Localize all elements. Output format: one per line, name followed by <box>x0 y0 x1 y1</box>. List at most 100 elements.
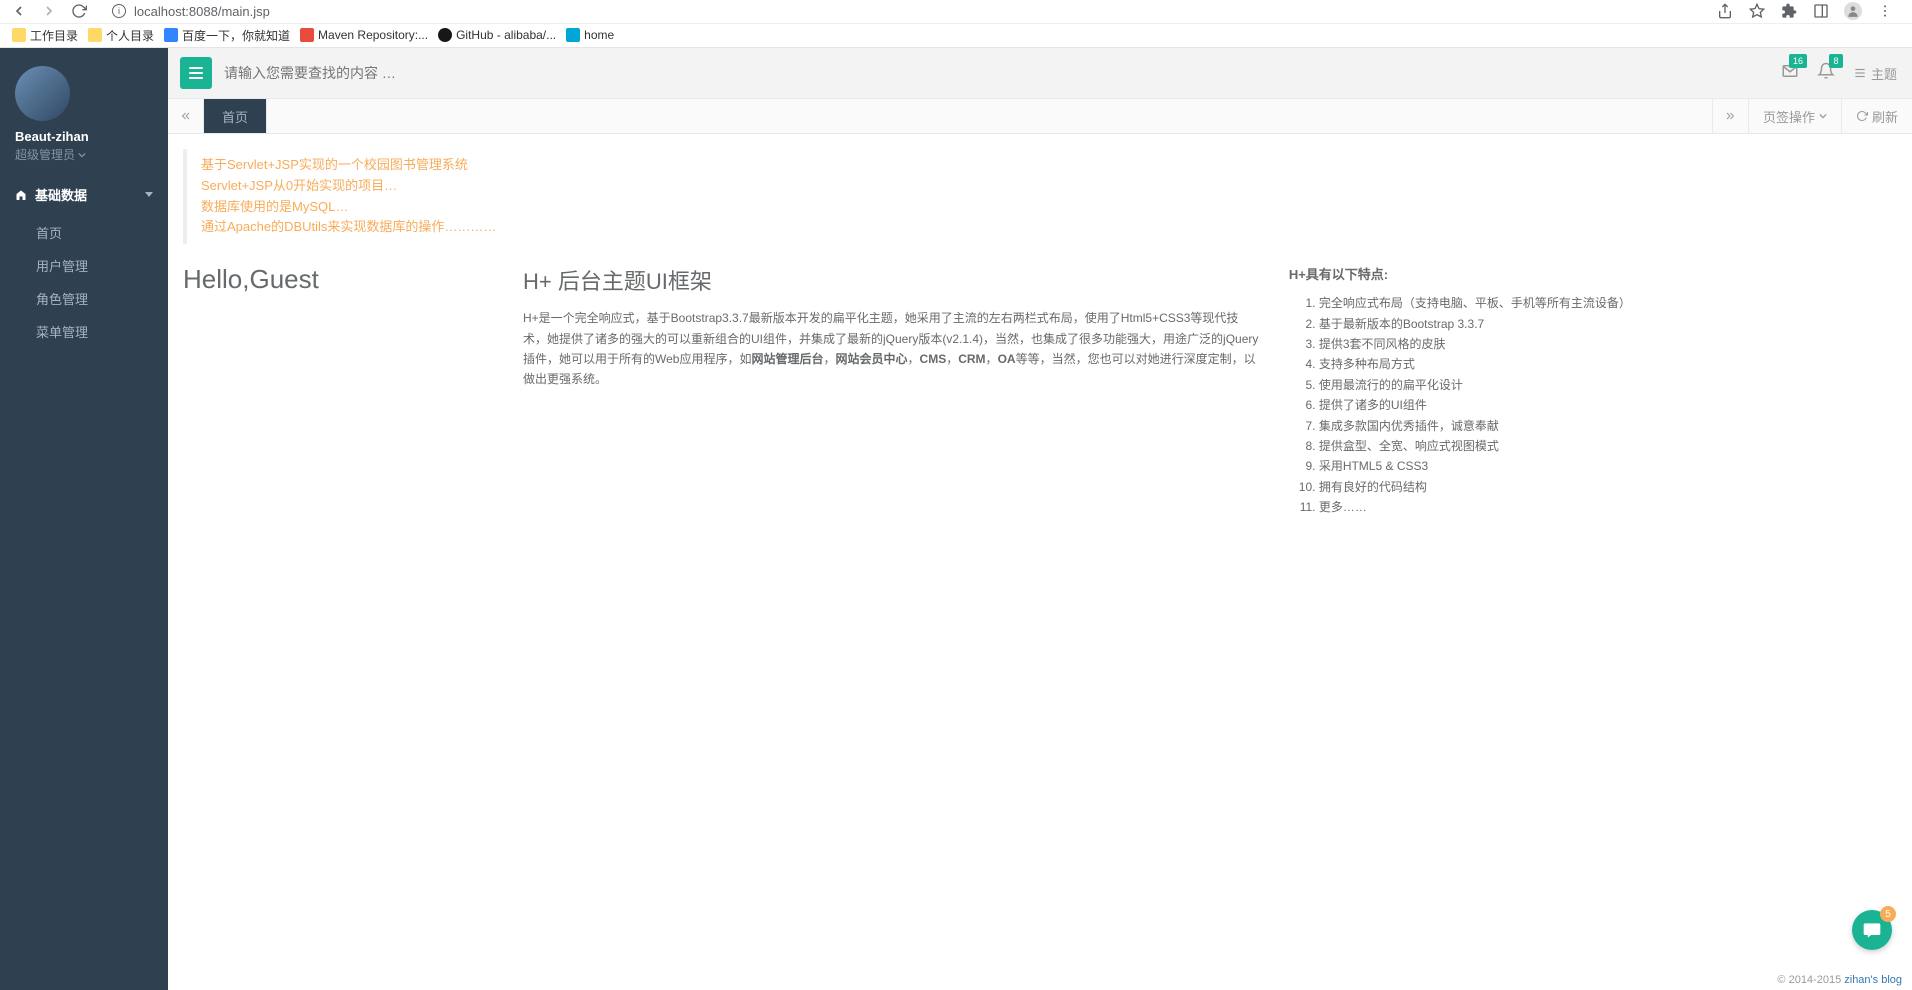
search-container <box>224 65 1769 81</box>
home-icon <box>15 189 27 201</box>
feature-item: 使用最流行的的扁平化设计 <box>1319 375 1902 395</box>
chat-badge: 5 <box>1880 906 1896 922</box>
sidebar-item-users[interactable]: 用户管理 <box>0 249 168 282</box>
features-list: 完全响应式布局（支持电脑、平板、手机等所有主流设备） 基于最新版本的Bootst… <box>1289 293 1902 517</box>
intro-block: 基于Servlet+JSP实现的一个校园图书管理系统 Servlet+JSP从0… <box>183 149 1902 244</box>
feature-item: 提供3套不同风格的皮肤 <box>1319 334 1902 354</box>
share-icon[interactable] <box>1716 2 1734 20</box>
sidebar-item-label: 菜单管理 <box>36 325 88 340</box>
browser-refresh-button[interactable] <box>70 2 88 20</box>
bookmark-label: home <box>584 28 614 42</box>
baidu-icon <box>164 28 178 42</box>
feature-item: 基于最新版本的Bootstrap 3.3.7 <box>1319 314 1902 334</box>
profile-icon[interactable] <box>1844 2 1862 20</box>
browser-forward-button[interactable] <box>40 2 58 20</box>
nav-group-label: 基础数据 <box>35 185 87 204</box>
mail-badge: 16 <box>1789 54 1807 68</box>
star-icon[interactable] <box>1748 2 1766 20</box>
tab-operations-dropdown[interactable]: 页签操作 <box>1748 99 1841 133</box>
tab-home[interactable]: 首页 <box>204 99 267 133</box>
bookmark-home[interactable]: home <box>566 28 614 42</box>
bookmark-work-dir[interactable]: 工作目录 <box>12 27 78 44</box>
refresh-button[interactable]: 刷新 <box>1841 99 1912 133</box>
notifications-button[interactable]: 8 <box>1817 62 1835 85</box>
maven-icon <box>300 28 314 42</box>
sidebar-profile: Beaut-zihan 超级管理员 <box>0 48 168 173</box>
desc-bold: CMS <box>920 352 947 366</box>
intro-line: 通过Apache的DBUtils来实现数据库的操作………… <box>201 217 1902 238</box>
bookmark-maven[interactable]: Maven Repository:... <box>300 28 428 42</box>
browser-actions <box>1716 2 1902 20</box>
folder-icon <box>12 28 26 42</box>
panel-icon[interactable] <box>1812 2 1830 20</box>
bookmark-label: Maven Repository:... <box>318 28 428 42</box>
main-area: 16 8 主题 首页 <box>168 48 1912 990</box>
url-box[interactable]: i localhost:8088/main.jsp <box>100 2 1704 21</box>
role-dropdown[interactable]: 超级管理员 <box>15 146 153 163</box>
hamburger-icon <box>189 67 203 79</box>
avatar[interactable] <box>15 66 70 121</box>
col-features: H+具有以下特点: 完全响应式布局（支持电脑、平板、手机等所有主流设备） 基于最… <box>1289 264 1902 517</box>
chevron-down-icon <box>145 192 153 197</box>
desc-bold: OA <box>998 352 1016 366</box>
chat-icon <box>1862 920 1882 940</box>
sidebar-item-roles[interactable]: 角色管理 <box>0 282 168 315</box>
tabs-spacer <box>267 99 1712 133</box>
chevron-down-icon <box>78 151 86 159</box>
intro-line: 基于Servlet+JSP实现的一个校园图书管理系统 <box>201 155 1902 176</box>
tabs-bar: 首页 页签操作 刷新 <box>168 98 1912 134</box>
menu-icon[interactable] <box>1876 2 1894 20</box>
site-info-icon[interactable]: i <box>112 4 126 18</box>
refresh-icon <box>1856 110 1868 122</box>
bookmark-label: GitHub - alibaba/... <box>456 28 556 42</box>
tab-ops-label: 页签操作 <box>1763 107 1815 126</box>
desc-bold: 网站管理后台 <box>751 352 823 366</box>
mail-button[interactable]: 16 <box>1781 62 1799 85</box>
feature-item: 提供盒型、全宽、响应式视图模式 <box>1319 436 1902 456</box>
footer-link[interactable]: zihan's blog <box>1844 974 1902 986</box>
nav-group-basic-data[interactable]: 基础数据 <box>0 173 168 216</box>
intro-line: Servlet+JSP从0开始实现的项目… <box>201 176 1902 197</box>
hello-heading: Hello,Guest <box>183 264 493 295</box>
app: Beaut-zihan 超级管理员 基础数据 首页 用户管理 角色管理 菜单管理 <box>0 48 1912 990</box>
browser-back-button[interactable] <box>10 2 28 20</box>
bookmarks-bar: 工作目录 个人目录 百度一下，你就知道 Maven Repository:...… <box>0 23 1912 47</box>
bell-badge: 8 <box>1829 54 1843 68</box>
role-label: 超级管理员 <box>15 146 75 163</box>
topbar-right: 16 8 主题 <box>1781 62 1897 85</box>
url-text: localhost:8088/main.jsp <box>134 4 270 19</box>
bookmark-github[interactable]: GitHub - alibaba/... <box>438 28 556 42</box>
home-icon <box>566 28 580 42</box>
username-label: Beaut-zihan <box>15 129 153 144</box>
tabs-scroll-right[interactable] <box>1712 99 1748 133</box>
chevron-down-icon <box>1819 112 1827 120</box>
extensions-icon[interactable] <box>1780 2 1798 20</box>
feature-item: 完全响应式布局（支持电脑、平板、手机等所有主流设备） <box>1319 293 1902 313</box>
framework-desc: H+是一个完全响应式，基于Bootstrap3.3.7最新版本开发的扁平化主题，… <box>523 308 1259 390</box>
nav-toggle-button[interactable] <box>180 57 212 89</box>
topbar: 16 8 主题 <box>168 48 1912 98</box>
theme-button[interactable]: 主题 <box>1853 64 1897 83</box>
browser-address-bar: i localhost:8088/main.jsp <box>0 0 1912 23</box>
intro-line: 数据库使用的是MySQL… <box>201 197 1902 218</box>
bookmark-baidu[interactable]: 百度一下，你就知道 <box>164 27 290 44</box>
nav-subitems: 首页 用户管理 角色管理 菜单管理 <box>0 216 168 348</box>
feature-item: 更多…… <box>1319 497 1902 517</box>
sidebar-item-menus[interactable]: 菜单管理 <box>0 315 168 348</box>
search-input[interactable] <box>224 65 624 81</box>
content-panel: 基于Servlet+JSP实现的一个校园图书管理系统 Servlet+JSP从0… <box>168 134 1912 990</box>
features-heading: H+具有以下特点: <box>1289 264 1902 283</box>
feature-item: 支持多种布局方式 <box>1319 354 1902 374</box>
feature-item: 采用HTML5 & CSS3 <box>1319 456 1902 476</box>
bookmark-personal-dir[interactable]: 个人目录 <box>88 27 154 44</box>
framework-heading: H+ 后台主题UI框架 <box>523 264 1259 296</box>
sidebar-item-home[interactable]: 首页 <box>0 216 168 249</box>
copyright-text: © 2014-2015 <box>1777 974 1844 986</box>
tab-label: 首页 <box>222 107 248 126</box>
sidebar-item-label: 角色管理 <box>36 292 88 307</box>
chat-button[interactable]: 5 <box>1852 910 1892 950</box>
github-icon <box>438 28 452 42</box>
footer: © 2014-2015 zihan's blog <box>1777 974 1902 986</box>
browser-chrome: i localhost:8088/main.jsp 工作目录 <box>0 0 1912 48</box>
tabs-scroll-left[interactable] <box>168 99 204 133</box>
